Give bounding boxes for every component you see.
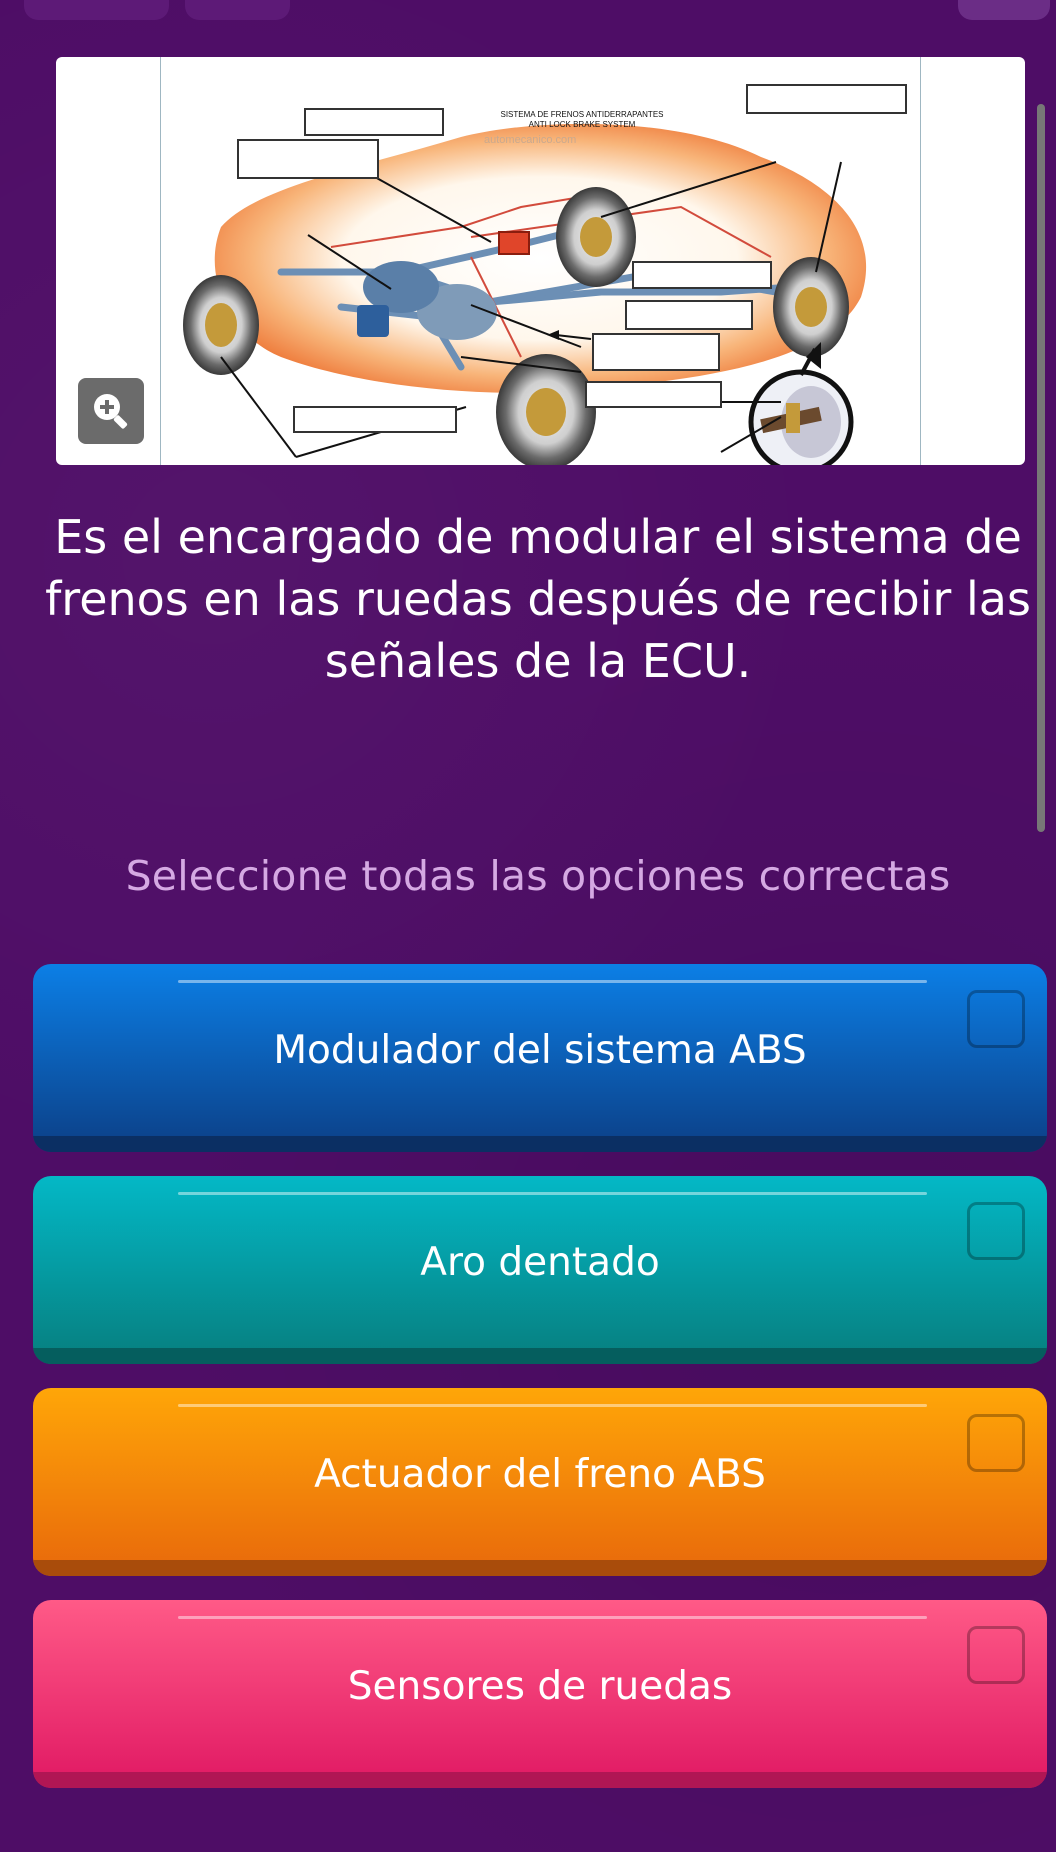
option-checkbox[interactable] [967,1202,1025,1260]
option-label: Aro dentado [420,1239,660,1285]
diagram-watermark: automecanico.com [484,134,576,146]
option-base [33,1772,1047,1788]
instruction-text: Seleccione todas las opciones correctas [125,852,951,900]
option-checkbox[interactable] [967,990,1025,1048]
option-base [33,1560,1047,1576]
option-modulador-abs[interactable]: Modulador del sistema ABS [33,964,1047,1152]
wheel-front-right [496,354,596,465]
option-base [33,1348,1047,1364]
abs-ecu [498,231,530,255]
wheel-rear-right [773,257,849,357]
option-label: Modulador del sistema ABS [273,1027,807,1073]
option-base [33,1136,1047,1152]
diagram-subtitle: ANTI LOCK BRAKE SYSTEM [529,120,636,129]
zoom-button[interactable] [78,378,144,444]
option-label: Actuador del freno ABS [314,1451,766,1497]
image-frame-right [920,57,921,465]
question-text: Es el encargado de modular el sistema de… [45,510,1031,688]
option-label: Sensores de ruedas [347,1663,733,1709]
top-tab-right[interactable] [958,0,1050,20]
option-sensores-ruedas[interactable]: Sensores de ruedas [33,1600,1047,1788]
option-checkbox[interactable] [967,1626,1025,1684]
option-actuador-freno-abs[interactable]: Actuador del freno ABS [33,1388,1047,1576]
option-checkbox[interactable] [967,1414,1025,1472]
diagram-title: SISTEMA DE FRENOS ANTIDERRAPANTES [501,110,664,119]
scrollbar[interactable] [1037,104,1045,832]
wheel-front-left [183,275,259,375]
abs-modulator [357,305,389,337]
top-tab-left[interactable] [24,0,169,20]
zoom-in-icon [94,394,128,429]
question-image: SISTEMA DE FRENOS ANTIDERRAPANTES ANTI L… [56,57,1025,465]
wheel-rear-left [556,187,636,287]
abs-diagram: SISTEMA DE FRENOS ANTIDERRAPANTES ANTI L… [183,84,907,465]
top-tab-middle[interactable] [185,0,290,20]
option-aro-dentado[interactable]: Aro dentado [33,1176,1047,1364]
